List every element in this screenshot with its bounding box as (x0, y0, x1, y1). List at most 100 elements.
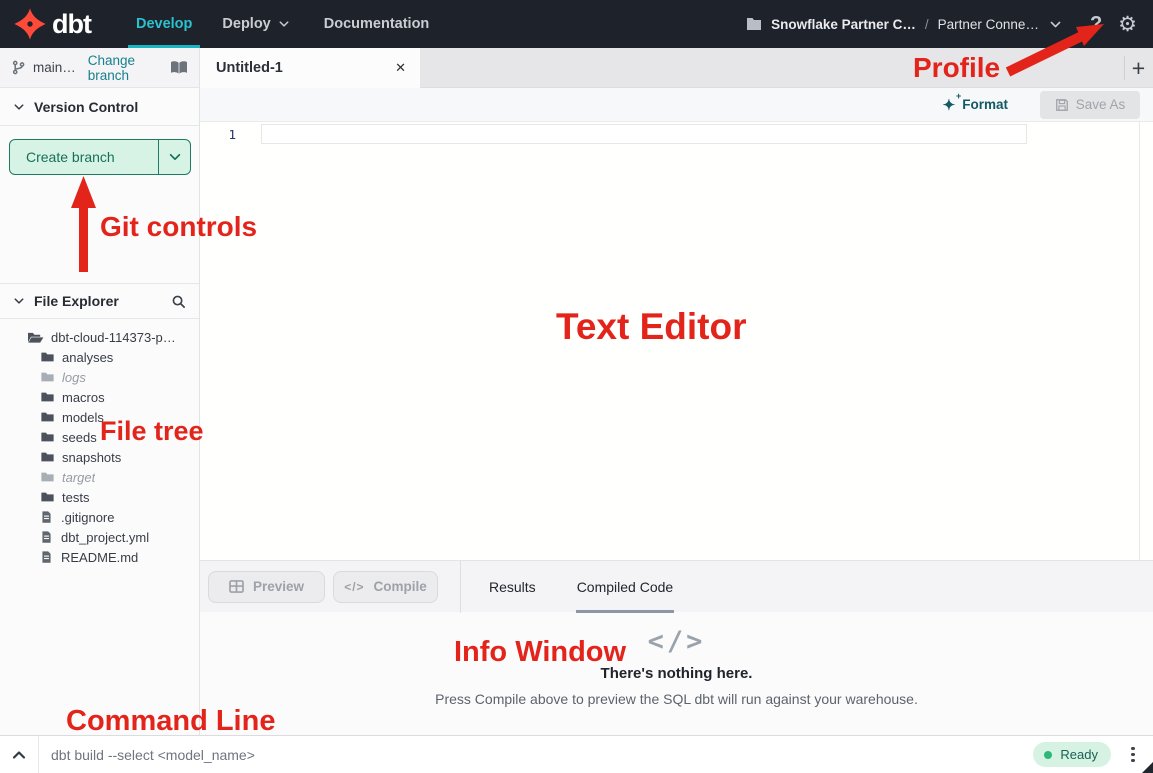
tree-item-gitignore[interactable]: .gitignore (0, 507, 199, 527)
create-branch-label[interactable]: Create branch (10, 140, 158, 174)
project-name[interactable]: Partner Conne… (938, 17, 1039, 32)
status-badge: Ready (1033, 742, 1111, 767)
tree-item-target[interactable]: target (0, 467, 199, 487)
version-control-header[interactable]: Version Control (0, 88, 199, 126)
editor-current-line[interactable] (261, 124, 1027, 144)
tree-item-macros[interactable]: macros (0, 387, 199, 407)
nav-item-deploy[interactable]: Deploy (222, 0, 289, 48)
project-chevron-down-icon[interactable] (1049, 18, 1062, 31)
panel-divider (460, 561, 461, 613)
editor-scrollbar-track[interactable] (1139, 122, 1140, 560)
text-editor[interactable]: 1 (200, 122, 1153, 560)
tree-item-dbt-project-yml[interactable]: dbt_project.yml (0, 527, 199, 547)
tree-item-label: README.md (61, 550, 138, 565)
tab-results[interactable]: Results (489, 561, 536, 613)
info-window: Preview </> Compile Results Compiled Cod… (200, 560, 1153, 735)
compile-label: Compile (374, 579, 427, 594)
nav-item-develop[interactable]: Develop (128, 0, 200, 48)
tab-compiled-code[interactable]: Compiled Code (576, 561, 675, 613)
sidebar: main… Change branch Version Control Crea… (0, 48, 200, 735)
preview-button[interactable]: Preview (208, 571, 325, 603)
chevron-down-icon (278, 18, 290, 30)
nav-develop-label: Develop (136, 16, 192, 32)
folder-icon (40, 370, 55, 384)
folder-icon (40, 350, 55, 364)
status-dot (1044, 751, 1052, 759)
create-branch-button[interactable]: Create branch (9, 139, 191, 175)
empty-state-title: There's nothing here. (601, 665, 753, 682)
create-branch-chevron-down-icon[interactable] (159, 140, 190, 174)
folder-icon (40, 450, 55, 464)
version-control-title: Version Control (34, 99, 138, 115)
tree-item-tests[interactable]: tests (0, 487, 199, 507)
top-nav-bar: dbt Develop Deploy Documentation Snowfla… (0, 0, 1153, 48)
file-icon (40, 530, 53, 544)
save-as-button[interactable]: Save As (1040, 91, 1140, 119)
save-as-label: Save As (1076, 97, 1126, 112)
folder-icon (40, 390, 55, 404)
new-tab-button[interactable]: + (1125, 48, 1152, 88)
folder-icon (40, 430, 55, 444)
tree-item-label: tests (62, 490, 89, 505)
search-icon[interactable] (171, 294, 186, 309)
tree-item-label: analyses (62, 350, 113, 365)
account-name[interactable]: Snowflake Partner C… (771, 17, 916, 32)
resize-grip[interactable] (1142, 762, 1153, 773)
git-branch-icon (11, 60, 26, 75)
nav-deploy-label: Deploy (222, 16, 270, 32)
dbt-logo[interactable]: dbt (13, 7, 91, 41)
branch-bar: main… Change branch (0, 48, 199, 88)
tree-item-analyses[interactable]: analyses (0, 347, 199, 367)
git-controls-area: Create branch (0, 126, 199, 175)
tree-item-label: seeds (62, 430, 97, 445)
tree-item-snapshots[interactable]: snapshots (0, 447, 199, 467)
folder-icon (40, 410, 55, 424)
current-branch-name: main… (33, 60, 76, 75)
status-label: Ready (1060, 747, 1098, 762)
format-sparkle-icon: ✦ (943, 96, 956, 114)
docs-book-icon[interactable] (170, 60, 188, 75)
file-icon (40, 510, 53, 524)
command-input[interactable] (51, 747, 611, 763)
chevron-down-icon (13, 295, 25, 307)
command-line-bar: Ready (0, 735, 1153, 773)
tree-item-readme-md[interactable]: README.md (0, 547, 199, 567)
tab-untitled-1[interactable]: Untitled-1 ✕ (200, 48, 420, 88)
close-icon[interactable]: ✕ (395, 60, 406, 76)
tab-label: Untitled-1 (216, 60, 283, 76)
table-grid-icon (229, 580, 244, 593)
tree-item-models[interactable]: models (0, 407, 199, 427)
chevron-down-icon (13, 101, 25, 113)
code-icon: </> (648, 626, 706, 657)
code-icon: </> (344, 580, 364, 594)
chevron-up-icon[interactable] (0, 736, 38, 773)
dbt-cloud-ide: dbt Develop Deploy Documentation Snowfla… (0, 0, 1153, 773)
folder-open-icon (27, 330, 44, 345)
tree-item-label: dbt_project.yml (61, 530, 149, 545)
tree-item-label: models (62, 410, 104, 425)
breadcrumb-separator: / (925, 17, 929, 32)
dbt-logo-text: dbt (52, 9, 91, 40)
format-button[interactable]: ✦ Format (943, 96, 1008, 114)
compiled-code-tab-label: Compiled Code (577, 579, 674, 595)
tree-item-project-root[interactable]: dbt-cloud-114373-partn… (0, 327, 199, 347)
info-window-header: Preview </> Compile Results Compiled Cod… (200, 560, 1153, 612)
dbt-logo-icon (13, 7, 47, 41)
tree-item-seeds[interactable]: seeds (0, 427, 199, 447)
gear-icon[interactable]: ⚙ (1118, 14, 1137, 35)
tree-item-logs[interactable]: logs (0, 367, 199, 387)
compile-button[interactable]: </> Compile (333, 571, 438, 603)
help-icon[interactable]: ? (1090, 13, 1102, 36)
change-branch-link[interactable]: Change branch (88, 53, 170, 83)
account-folder-icon (746, 17, 762, 31)
save-icon (1055, 98, 1069, 112)
results-tab-label: Results (489, 579, 536, 595)
file-icon (40, 550, 53, 564)
editor-tab-bar: Untitled-1 ✕ + (200, 48, 1153, 88)
file-explorer-header[interactable]: File Explorer (0, 283, 199, 319)
tree-item-label: dbt-cloud-114373-partn… (51, 330, 181, 345)
nav-documentation-label: Documentation (324, 16, 430, 32)
line-number: 1 (200, 124, 260, 145)
file-explorer-title: File Explorer (34, 293, 119, 309)
nav-item-documentation[interactable]: Documentation (324, 0, 430, 48)
